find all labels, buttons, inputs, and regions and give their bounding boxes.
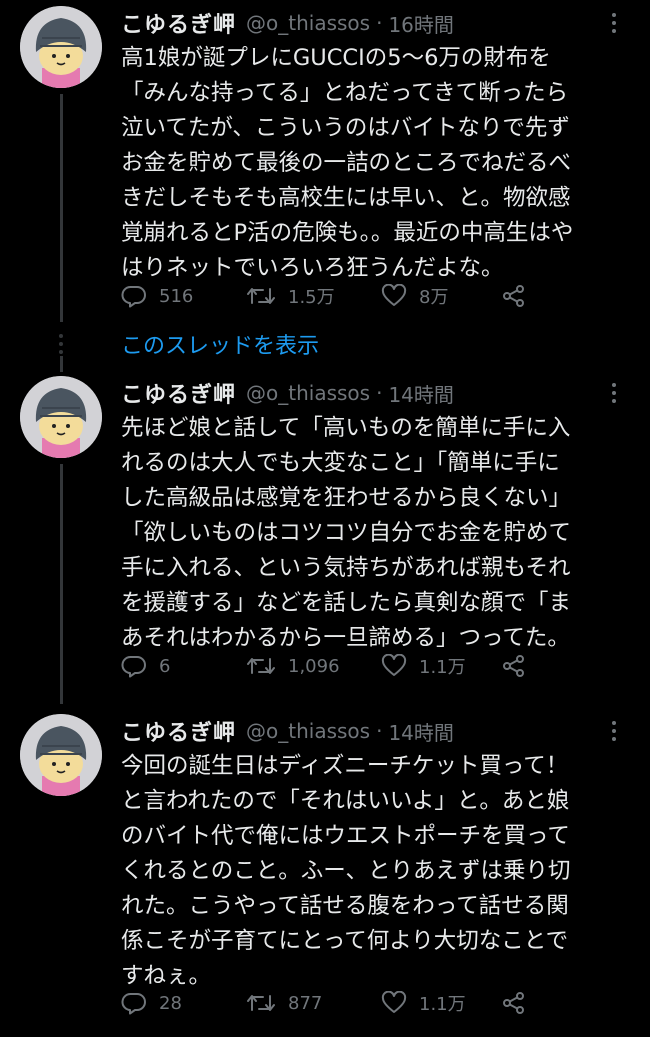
timestamp[interactable]: 14時間 xyxy=(388,379,453,408)
tweet-text-line: くれるとのこと。ふー、とりあえずは乗り切 xyxy=(121,858,571,884)
tweet-text-line: 泣いてたが、こういうのはバイトなりで先ず xyxy=(121,115,570,141)
tweet-text-line: れた。こうやって話せる腹をわって話せる関 xyxy=(121,893,569,919)
avatar[interactable] xyxy=(20,6,102,88)
retweet-icon xyxy=(247,995,275,1011)
retweet-count: 1.5万 xyxy=(288,287,335,308)
separator-dot: · xyxy=(376,719,383,743)
like-count: 8万 xyxy=(419,287,449,308)
tweet-actions: 6 1,096 1.1万 xyxy=(121,651,551,681)
tweet-text-line: 覚崩れるとP活の危険も。。最近の中高生はや xyxy=(121,220,574,246)
reply-count: 516 xyxy=(159,285,194,307)
tweet-text-line: れるのは大人でも大変なこと」「簡単に手に xyxy=(121,450,560,476)
share-icon xyxy=(503,285,524,307)
like-count: 1.1万 xyxy=(419,994,466,1015)
share-icon xyxy=(503,992,524,1014)
tweet-header: こゆるぎ岬 @o_thiassos · 14時間 xyxy=(121,376,626,410)
share-button[interactable] xyxy=(501,284,527,308)
retweet-icon xyxy=(247,288,275,304)
reply-count: 6 xyxy=(159,655,171,677)
heart-icon xyxy=(381,991,407,1013)
tweet-text: 高1娘が誕プレにGUCCIの5〜6万の財布を 「みんな持ってる」とねだってきて断… xyxy=(121,41,631,286)
show-thread-link[interactable]: このスレッドを表示 xyxy=(121,328,319,360)
tweet-text-line: した高級品は感覚を狂わせるから良くない」 xyxy=(121,485,572,511)
retweet-count: 877 xyxy=(288,992,323,1014)
tweet-text-line: お金を貯めて最後の一詰のところでねだるべ xyxy=(121,150,572,176)
share-icon xyxy=(503,655,524,677)
more-icon[interactable] xyxy=(602,378,626,408)
tweet-text-line: 手に入れる、という気持ちがあれば親もそれ xyxy=(121,555,571,581)
like-button[interactable]: 1.1万 xyxy=(381,990,501,1016)
retweet-button[interactable]: 1,096 xyxy=(246,654,381,678)
tweet-text-line: 「みんな持ってる」とねだってきて断ったら xyxy=(121,80,569,106)
tweet-text-line: を援護する」などを話したら真剣な顔で「ま xyxy=(121,590,572,616)
tweet-text-line: のバイト代で俺にはウエストポーチを買って xyxy=(121,823,570,849)
tweet-text-line: 今回の誕生日はディズニーチケット買って！ xyxy=(121,753,569,779)
more-icon[interactable] xyxy=(602,8,626,38)
heart-icon xyxy=(381,654,407,676)
reply-button[interactable]: 28 xyxy=(121,991,246,1015)
avatar[interactable] xyxy=(20,376,102,458)
display-name[interactable]: こゆるぎ岬 xyxy=(121,377,236,409)
reply-icon xyxy=(121,656,146,678)
tweet-text-line: 先ほど娘と話して「高いものを簡単に手に入 xyxy=(121,415,571,441)
reply-icon xyxy=(121,993,146,1015)
user-handle[interactable]: @o_thiassos xyxy=(246,719,370,743)
tweet-text-line: 高1娘が誕プレにGUCCIの5〜6万の財布を xyxy=(121,45,551,71)
tweet-text-line: 係こそが子育てにとって何より大切なことで xyxy=(121,928,569,954)
thread-line xyxy=(60,464,63,704)
reply-count: 28 xyxy=(159,992,182,1014)
like-count: 1.1万 xyxy=(419,657,466,678)
thread-line xyxy=(60,94,63,322)
retweet-icon xyxy=(247,658,275,674)
tweet-text-line: 「欲しいものはコツコツ自分でお金を貯めて xyxy=(121,520,572,546)
avatar[interactable] xyxy=(20,714,102,796)
thread-line xyxy=(60,356,63,372)
separator-dot: · xyxy=(376,381,383,405)
tweet-text: 先ほど娘と話して「高いものを簡単に手に入 れるのは大人でも大変なこと」「簡単に手… xyxy=(121,411,631,656)
thread-gap-dots xyxy=(59,334,64,358)
tweet-text-line: きだしそもそも高校生には早い、と。物欲感 xyxy=(121,185,571,211)
heart-icon xyxy=(381,284,407,306)
timestamp[interactable]: 16時間 xyxy=(388,9,453,38)
tweet-header: こゆるぎ岬 @o_thiassos · 16時間 xyxy=(121,6,626,40)
share-button[interactable] xyxy=(501,654,527,678)
retweet-button[interactable]: 1.5万 xyxy=(246,283,381,309)
user-handle[interactable]: @o_thiassos xyxy=(246,11,370,35)
user-handle[interactable]: @o_thiassos xyxy=(246,381,370,405)
tweet-text-line: と言われたので「それはいいよ」と。あと娘 xyxy=(121,788,570,814)
tweet-actions: 516 1.5万 8万 xyxy=(121,281,551,311)
tweet-text: 今回の誕生日はディズニーチケット買って！ と言われたので「それはいいよ」と。あと… xyxy=(121,749,631,994)
timestamp[interactable]: 14時間 xyxy=(388,717,453,746)
retweet-count: 1,096 xyxy=(288,655,340,677)
reply-icon xyxy=(121,286,146,308)
display-name[interactable]: こゆるぎ岬 xyxy=(121,715,236,747)
retweet-button[interactable]: 877 xyxy=(246,991,381,1015)
reply-button[interactable]: 6 xyxy=(121,654,246,678)
tweet-actions: 28 877 1.1万 xyxy=(121,988,551,1018)
display-name[interactable]: こゆるぎ岬 xyxy=(121,7,236,39)
more-icon[interactable] xyxy=(602,716,626,746)
reply-button[interactable]: 516 xyxy=(121,284,246,308)
like-button[interactable]: 8万 xyxy=(381,283,501,309)
like-button[interactable]: 1.1万 xyxy=(381,653,501,679)
share-button[interactable] xyxy=(501,991,527,1015)
separator-dot: · xyxy=(376,11,383,35)
tweet-header: こゆるぎ岬 @o_thiassos · 14時間 xyxy=(121,714,626,748)
